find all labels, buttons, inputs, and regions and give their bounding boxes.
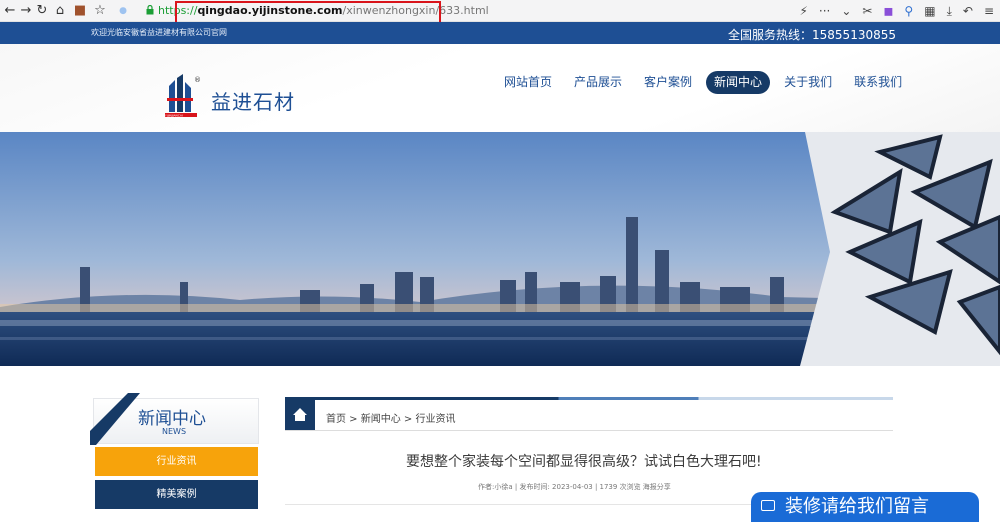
leave-message-button[interactable]: 装修请给我们留言 [751,492,979,522]
apps-icon[interactable]: ▦ [924,4,935,18]
welcome-text: 欢迎光临安徽省益进建材有限公司官网 [91,28,227,37]
nav-item-contact[interactable]: 联系我们 [846,71,910,94]
extension-icon[interactable]: ◼ [883,4,893,18]
bookmark-star-icon[interactable]: ☆ [92,3,108,19]
breadcrumb-accent-bar [285,397,893,400]
sidebar-title: 新闻中心 [138,409,206,429]
home-icon[interactable]: ⌂ [52,3,68,19]
reload-icon[interactable]: ↻ [34,3,50,19]
shield-icon: ● [119,6,127,16]
article-meta: 作者:小徐a | 发布时间: 2023-04-03 | 1739 次浏览 海报分… [478,483,671,491]
leave-message-label: 装修请给我们留言 [785,496,929,517]
download-icon[interactable]: ⤓ [947,4,952,19]
article-title: 要想整个家装每个空间都显得很高级？试试白色大理石吧! [406,454,762,470]
nav-item-products[interactable]: 产品展示 [566,71,630,94]
breadcrumb-divider [285,430,893,431]
main-nav: 网站首页 产品展示 客户案例 新闻中心 关于我们 联系我们 [496,71,910,94]
breadcrumb[interactable]: 首页 > 新闻中心 > 行业资讯 [326,410,455,425]
browser-right-icons: ⚡ ··· ⌄ ✂ ◼ ⚲ ▦ ⤓ ↶ ≡ [799,3,994,19]
mail-icon [761,500,775,511]
back-icon[interactable]: ← [2,3,18,19]
search-icon[interactable]: ⚲ [904,4,913,18]
nav-item-news[interactable]: 新闻中心 [706,71,771,94]
nav-item-about[interactable]: 关于我们 [776,71,840,94]
lock-icon [146,5,154,15]
registered-mark: ® [194,76,201,84]
more-icon[interactable]: ··· [819,4,830,18]
briefcase-icon[interactable]: ■ [72,3,88,19]
logo-text[interactable]: 益进石材 [211,86,295,115]
logo-caption: YIJINJIANCAI [165,114,183,118]
nav-item-cases[interactable]: 客户案例 [636,71,700,94]
undo-icon[interactable]: ↶ [963,4,973,18]
nav-item-home[interactable]: 网站首页 [496,71,560,94]
sidebar-subtitle: NEWS [162,427,187,436]
sidebar-item-industry-news[interactable]: 行业资讯 [95,447,258,476]
forward-icon[interactable]: → [18,3,34,19]
lightning-icon[interactable]: ⚡ [799,4,807,18]
breadcrumb-home-button[interactable] [285,400,315,430]
sidebar-item-cases[interactable]: 精美案例 [95,480,258,509]
company-logo-icon[interactable]: YIJINJIANCAI ® [163,74,201,118]
chevron-down-icon[interactable]: ⌄ [841,4,851,18]
city-skyline-image [0,132,1000,366]
menu-icon[interactable]: ≡ [984,4,994,18]
hero-banner [0,132,1000,366]
browser-toolbar: ← → ↻ ⌂ ■ ☆ ● https://qingdao.yijinstone… [0,0,1000,22]
scissors-icon[interactable]: ✂ [862,4,872,18]
home-icon [293,408,307,421]
service-hotline: 全国服务热线：15855130855 [728,28,896,42]
sidebar-corner-decoration [90,393,140,445]
